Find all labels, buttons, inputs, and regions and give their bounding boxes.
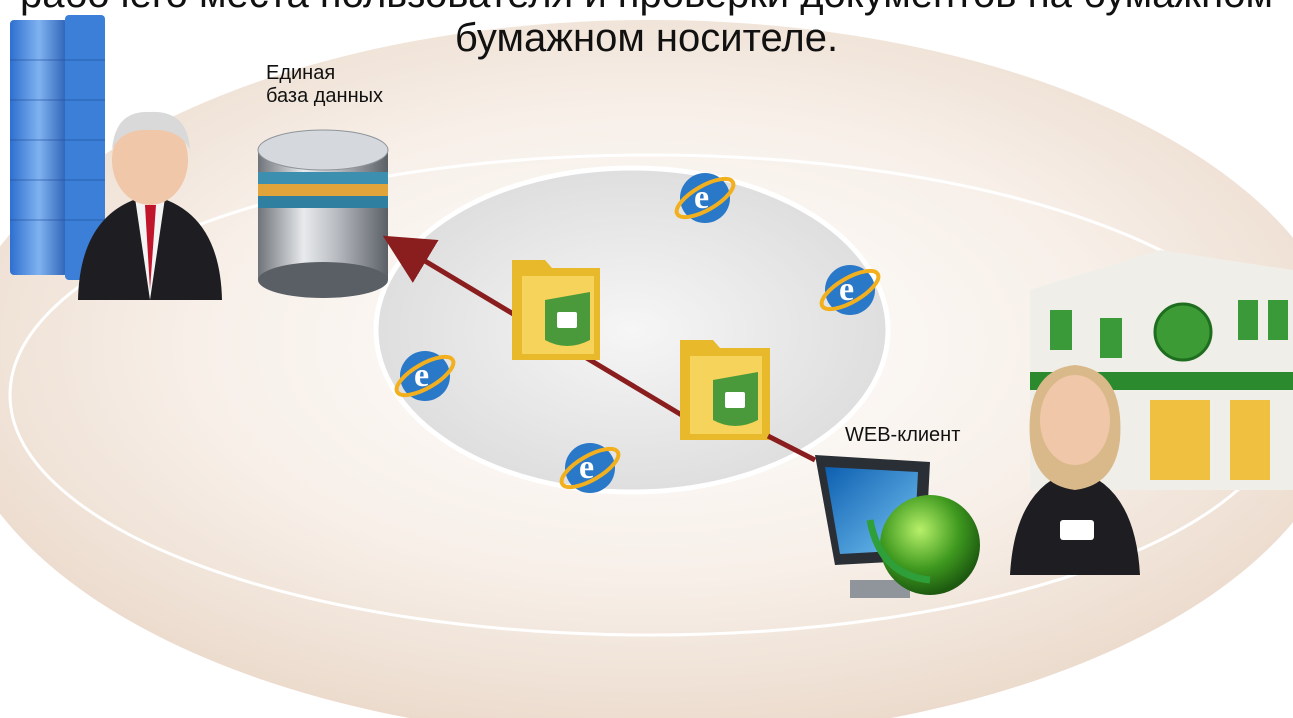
- heading-line-1: рабочего места пользователя и проверки д…: [0, 0, 1293, 17]
- web-client-label: WEB-клиент: [845, 424, 961, 446]
- database-label: Единая база данных: [266, 62, 383, 108]
- database-label-line-1: Единая: [266, 62, 336, 84]
- database-icon: [257, 129, 389, 298]
- network-ellipse: [373, 165, 891, 495]
- secure-folder-icon: [512, 260, 600, 360]
- diagram-canvas: e e e e бумажном носителе. Единая база д…: [0, 0, 1293, 718]
- database-label-line-2: база данных: [266, 85, 384, 107]
- heading-line-2: бумажном носителе.: [454, 16, 839, 60]
- diagram-graphics: e e e e: [0, 15, 1293, 718]
- secure-folder-icon: [680, 340, 770, 440]
